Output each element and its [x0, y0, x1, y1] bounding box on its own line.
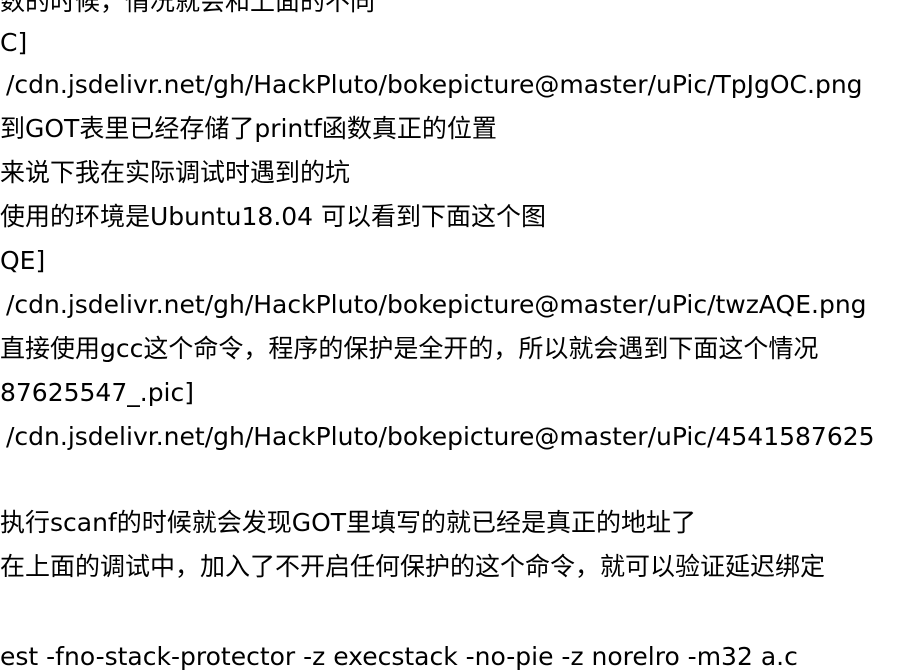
text-line: 直接使用gcc这个命令，程序的保护是全开的，所以就会遇到下面这个情况 — [0, 334, 819, 363]
text-line: 来说下我在实际调试时遇到的坑 — [0, 158, 351, 187]
text-line: 执行scanf的时候就会发现GOT里填写的就已经是真正的地址了 — [0, 508, 697, 537]
url-line: /cdn.jsdelivr.net/gh/HackPluto/bokepictu… — [6, 70, 863, 99]
text-line: 在上面的调试中，加入了不开启任何保护的这个命令，就可以验证延迟绑定 — [0, 552, 826, 581]
text-line: 数的时候，情况就会和上面的不同 — [0, 0, 376, 16]
document-page: 数的时候，情况就会和上面的不同 C] /cdn.jsdelivr.net/gh/… — [0, 0, 904, 670]
text-line: QE] — [0, 246, 46, 275]
code-line: est -fno-stack-protector -z execstack -n… — [0, 642, 798, 670]
url-line: /cdn.jsdelivr.net/gh/HackPluto/bokepictu… — [6, 422, 875, 451]
text-line: 到GOT表里已经存储了printf函数真正的位置 — [0, 114, 497, 143]
text-line: 使用的环境是Ubuntu18.04 可以看到下面这个图 — [0, 202, 547, 231]
text-line: C] — [0, 28, 28, 57]
url-line: /cdn.jsdelivr.net/gh/HackPluto/bokepictu… — [6, 290, 867, 319]
text-line: 87625547_.pic] — [0, 378, 195, 407]
